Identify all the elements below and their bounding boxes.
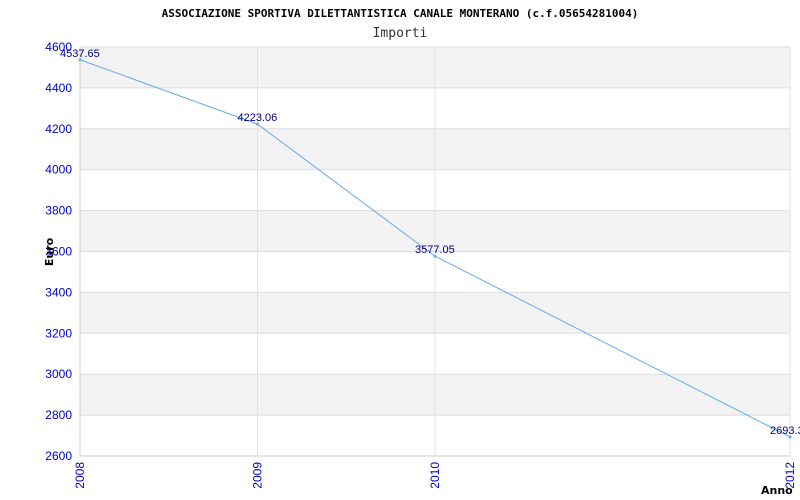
x-tick-label: 2008 xyxy=(73,462,87,489)
data-label: 3577.05 xyxy=(415,244,455,256)
y-axis-label: Euro xyxy=(43,237,56,266)
y-tick-label: 3400 xyxy=(45,285,72,299)
chart-subtitle: Importi xyxy=(373,26,428,41)
data-label: 4223.06 xyxy=(238,112,278,124)
line-chart: 2600280030003200340036003800400042004400… xyxy=(43,7,800,497)
y-tick-label: 3200 xyxy=(45,326,72,340)
y-tick-label: 4200 xyxy=(45,122,72,136)
chart-title: ASSOCIAZIONE SPORTIVA DILETTANTISTICA CA… xyxy=(162,7,639,20)
y-tick-label: 4000 xyxy=(45,163,72,177)
data-label: 2693.3 xyxy=(770,425,800,437)
y-tick-label: 2600 xyxy=(45,449,72,463)
y-tick-label: 2800 xyxy=(45,408,72,422)
y-tick-label: 3800 xyxy=(45,204,72,218)
x-axis-label: Anno xyxy=(761,484,793,497)
x-tick-label: 2010 xyxy=(428,462,442,489)
y-tick-label: 4400 xyxy=(45,81,72,95)
data-label: 4537.65 xyxy=(60,48,100,60)
x-tick-label: 2009 xyxy=(251,462,265,489)
y-tick-label: 3000 xyxy=(45,367,72,381)
x-tick-labels: 2008 2009 2010 2012 xyxy=(73,462,797,489)
